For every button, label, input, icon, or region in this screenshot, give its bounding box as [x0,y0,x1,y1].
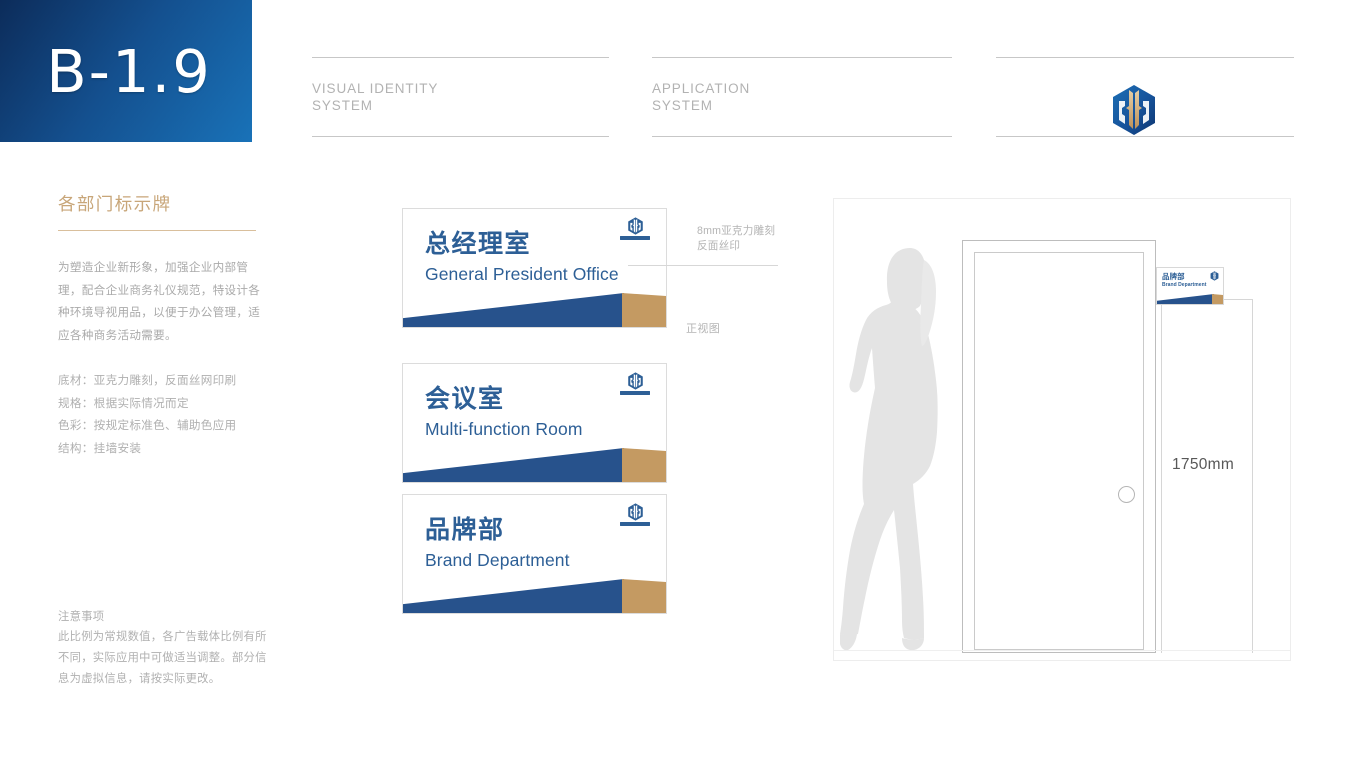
mounted-sign-title-cn: 品牌部 [1162,272,1185,281]
header-label-line2: SYSTEM [652,98,713,113]
mounted-sign-title-en: Brand Department [1162,281,1207,288]
sign-logo-wordmark [620,522,650,526]
sign-board: 会议室 Multi-function Room [402,363,667,483]
callout-leader-line [628,265,778,266]
callout-front-view-label: 正视图 [686,323,721,335]
mounted-sign-mockup: 品牌部 Brand Department [1156,267,1224,305]
company-hexagon-logo-icon [627,372,643,390]
sign-title-cn: 会议室 [425,385,505,413]
sidebar-spec-item: 色彩：按规定标准色、辅助色应用 [58,419,237,432]
sign-logo-wordmark [620,236,650,240]
callout-material-line2: 反面丝印 [697,240,741,252]
sign-logo [618,372,652,395]
sign-logo-wordmark [620,391,650,395]
sign-tan-block [622,579,666,613]
sidebar-spec-item: 规格：根据实际情况而定 [58,396,189,410]
header-label-line1: VISUAL IDENTITY [312,81,439,96]
header-label-line2: SYSTEM [312,98,373,113]
company-hexagon-logo-icon [1113,85,1155,135]
sidebar-spec-list: 底材：亚克力雕刻，反面丝网印刷 规格：根据实际情况而定 色彩：按规定标准色、辅助… [58,370,272,460]
sign-logo [618,503,652,526]
sign-title-cn: 品牌部 [425,516,505,544]
sidebar-spec-item: 结构：挂墙安装 [58,441,142,455]
header-column-logo [996,57,1294,137]
company-hexagon-logo-icon [627,217,643,235]
door-frame [962,240,1156,653]
sign-title-cn: 总经理室 [425,230,532,258]
callout-material-line1: 8mm亚克力雕刻 [697,225,776,237]
mounted-sign-tan-block [1212,294,1223,304]
callout-material-note: 8mm亚克力雕刻 反面丝印 [697,224,775,254]
sidebar-note-body: 此比例为常规数值，各广告载体比例有所不同，实际应用中可做适当调整。部分信息为虚拟… [58,631,267,685]
company-hexagon-logo-icon [627,503,643,521]
header-logo-group [996,58,1294,136]
sign-title-en: Multi-function Room [425,419,583,439]
door-leaf [974,252,1144,650]
header-column-application-system: APPLICATION SYSTEM [652,57,952,137]
sign-tan-block [622,293,666,327]
sign-board: 品牌部 Brand Department [402,494,667,614]
page-root: B-1.9 VISUAL IDENTITY SYSTEM APPLICATION… [0,0,1366,768]
dimension-label: 1750mm [1172,456,1235,473]
door-knob-icon [1118,486,1135,503]
page-code-label: B-1.9 [46,36,212,106]
header-column-visual-identity: VISUAL IDENTITY SYSTEM [312,57,609,137]
header-label-line1: APPLICATION [652,81,751,96]
header-rule-bottom [312,136,609,137]
page-code-block: B-1.9 [0,0,252,142]
sign-blue-wedge [403,579,624,613]
header-label-group: VISUAL IDENTITY SYSTEM [312,58,609,136]
sign-title-en: Brand Department [425,550,570,570]
header-rule-bottom [652,136,952,137]
sidebar-spec-item: 底材：亚克力雕刻，反面丝网印刷 [58,374,237,387]
wall-panel [1161,299,1253,653]
header-rule-bottom [996,136,1294,137]
sign-blue-wedge [403,448,624,482]
sign-tan-block [622,448,666,482]
sidebar-description: 为塑造企业新形象，加强企业内部管理，配合企业商务礼仪规范，特设计各种环境导视用品… [58,261,261,342]
company-hexagon-logo-icon [1210,271,1219,281]
floor-line [834,650,1290,651]
sign-blue-wedge [403,293,624,327]
sign-logo [618,217,652,240]
mounted-sign-blue-wedge [1157,294,1214,304]
sign-board: 总经理室 General President Office [402,208,667,328]
header-label-group: APPLICATION SYSTEM [652,58,952,136]
sidebar-note: 注意事项 此比例为常规数值，各广告载体比例有所不同，实际应用中可做适当调整。部分… [58,607,272,690]
sidebar-divider [58,230,256,231]
sidebar-note-title: 注意事项 [58,611,105,623]
person-silhouette-icon [840,248,938,651]
sidebar-title: 各部门标示牌 [58,194,172,214]
door-mockup-panel: 品牌部 Brand Department 1750mm [833,198,1291,661]
sign-title-en: General President Office [425,264,619,284]
sidebar: 各部门标示牌 为塑造企业新形象，加强企业内部管理，配合企业商务礼仪规范，特设计各… [58,192,272,685]
